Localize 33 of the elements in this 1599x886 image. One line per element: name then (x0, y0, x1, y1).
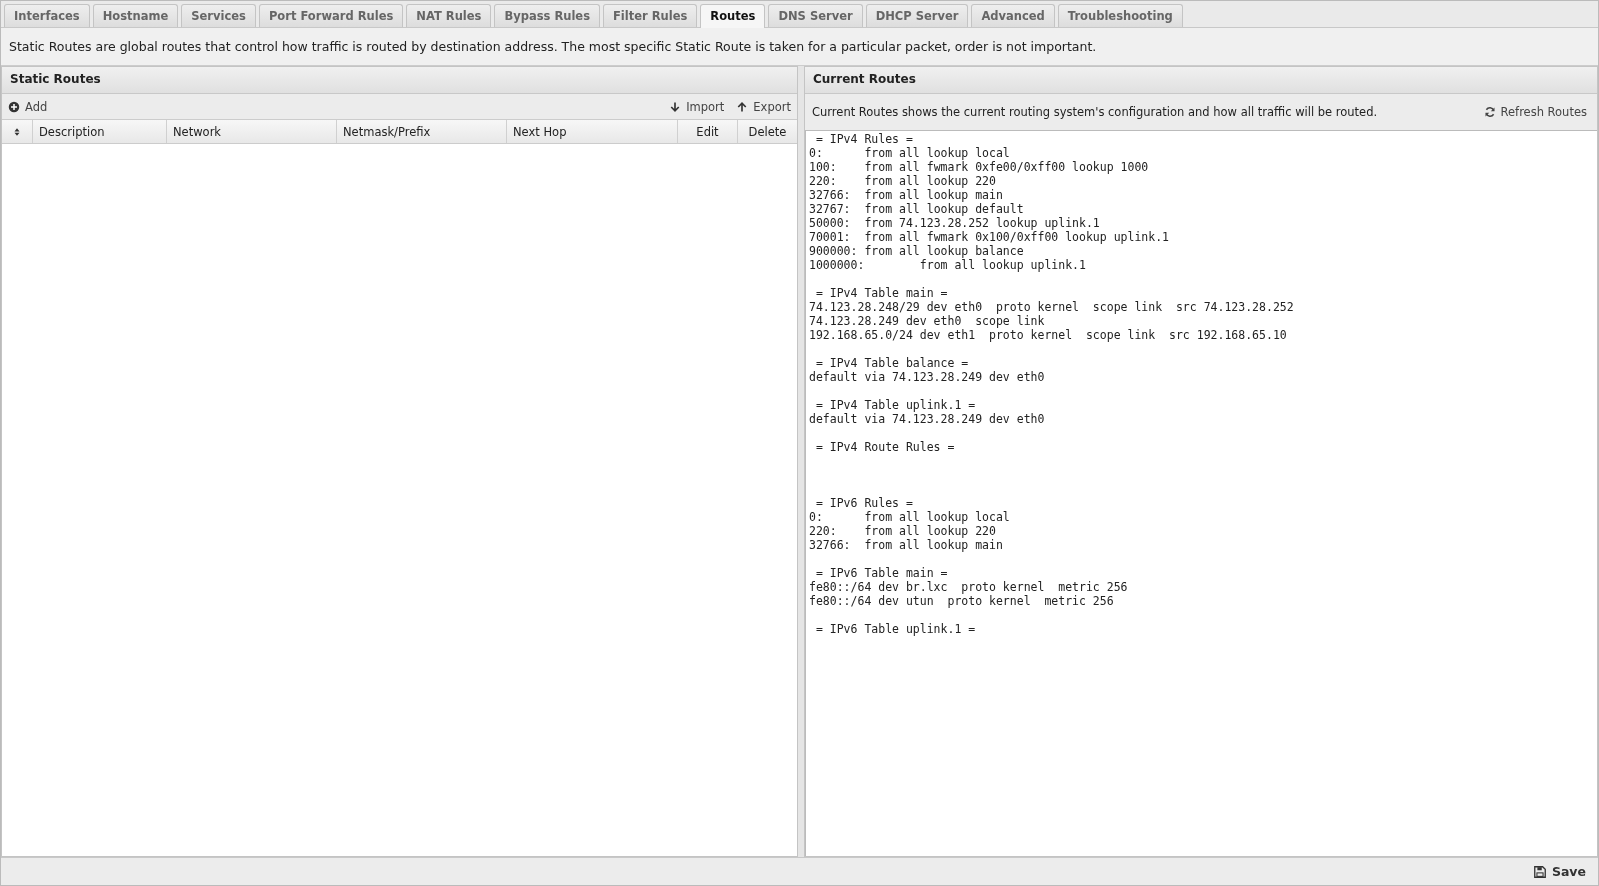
arrow-up-icon (736, 100, 749, 113)
refresh-icon (1483, 106, 1496, 118)
refresh-button[interactable]: Refresh Routes (1483, 105, 1587, 119)
info-text: Current Routes shows the current routing system's configuration and how all traffic will be routed. (812, 105, 1378, 119)
add-icon (8, 100, 20, 113)
tab[interactable]: Routes (700, 4, 766, 29)
toolbar-button[interactable]: Import (669, 99, 725, 114)
panel-title: Current Routes (805, 67, 1597, 94)
save-button[interactable]: Save (1532, 864, 1586, 879)
column-header: Network (167, 120, 337, 143)
toolbar-button[interactable]: Add (8, 99, 48, 114)
toolbar-button[interactable]: Export (736, 99, 791, 114)
sort-icon (12, 126, 22, 137)
tab[interactable]: Filter Rules (603, 4, 698, 27)
tab[interactable]: DNS Server (768, 4, 863, 27)
tab[interactable]: Services (181, 4, 256, 27)
tab[interactable]: NAT Rules (406, 4, 492, 27)
tab[interactable]: Troubleshooting (1057, 4, 1183, 27)
description-text: Static Routes are global routes that control how traffic is routed by destination address. The most specific Static Route is taken for a particular packet, order is not important. (1, 28, 1598, 66)
column-header: Description (33, 120, 167, 143)
tab[interactable]: Advanced (971, 4, 1055, 27)
tab[interactable]: Interfaces (4, 4, 90, 27)
tab[interactable]: Bypass Rules (494, 4, 600, 27)
column-header: Delete (747, 123, 788, 141)
tab[interactable]: DHCP Server (865, 4, 969, 27)
arrow-down-icon (669, 100, 682, 113)
panel-title: Static Routes (2, 67, 797, 94)
tab[interactable]: Hostname (92, 4, 179, 27)
column-header: Next Hop (507, 120, 678, 143)
column-header: Netmask/Prefix (337, 120, 507, 143)
routes-output: = IPv4 Rules = 0: from all lookup local 100: from all fwmark 0xfe00/0xff00 lookup 1000 220: from all lookup 220 32766: from all lookup main 32767: from all lookup default 50000: from 74.123.28.252 lookup uplink.1 70001: from all fwmark 0x100/0xff00 lookup uplink.1 900000: from all lookup balance 1000000: from all lookup uplink.1 = IPv4 Table main = 74.123.28.248/29 dev eth0 proto kernel scope link src 74.123.28.252 74.123.28.249 dev eth0 scope link 192.168.65.0/24 dev eth1 proto kernel scope link src 192.168.65.10 = IPv4 Table balance = default via 74.123.28.249 dev eth0 = IPv4 Table uplink.1 = default via 74.123.28.249 dev eth0 = IPv4 Route Rules = = IPv6 Rules = 0: from all lookup local 220: from all lookup 220 32766: from all lookup main = IPv6 Table main = fe80::/64 dev br.lxc proto kernel metric 256 fe80::/64 dev utun proto kernel metric 256 = IPv6 Table uplink.1 = (805, 131, 1597, 856)
tab[interactable]: Port Forward Rules (258, 4, 404, 27)
column-header: Edit (678, 120, 738, 143)
